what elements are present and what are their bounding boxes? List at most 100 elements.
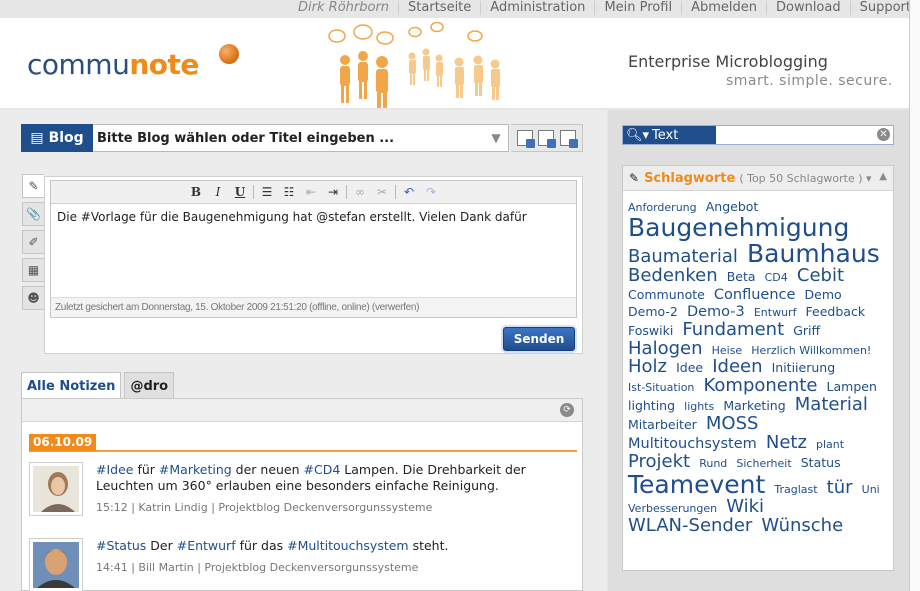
- link-icon[interactable]: ∞: [351, 185, 369, 199]
- tag-cloud-item[interactable]: Material: [795, 395, 868, 415]
- tag-cloud-item[interactable]: lights: [684, 401, 714, 413]
- tag-cloud-item[interactable]: tür: [827, 478, 853, 498]
- tag-cloud-item[interactable]: Ist-Situation: [628, 382, 694, 394]
- hashtag-link[interactable]: #Entwurf: [177, 538, 236, 553]
- hashtag-link[interactable]: #Idee: [96, 462, 133, 477]
- edit-blog-icon[interactable]: [538, 130, 557, 148]
- tag-cloud-item[interactable]: CD4: [765, 272, 788, 284]
- search-input[interactable]: [719, 127, 869, 143]
- tag-cloud-item[interactable]: WLAN-Sender: [628, 516, 752, 536]
- tag-cloud-item[interactable]: Multitouchsystem: [628, 436, 757, 452]
- search-box: 🔍︎▾ Text ✕: [622, 125, 894, 145]
- scrollbar[interactable]: [909, 0, 920, 591]
- hashtag-link[interactable]: #Multitouchsystem: [287, 538, 408, 553]
- outdent-icon[interactable]: ⇤: [302, 185, 320, 199]
- nav-startseite-link[interactable]: Startseite: [398, 1, 480, 15]
- tag-cloud-item[interactable]: Griff: [793, 323, 820, 336]
- tag-cloud-item[interactable]: Uni: [862, 484, 880, 496]
- tag-cloud-item[interactable]: Confluence: [714, 287, 796, 303]
- indent-icon[interactable]: ⇥: [324, 185, 342, 199]
- tag-cloud-subtitle[interactable]: ( Top 50 Schlagworte ) ▾: [739, 172, 871, 185]
- unlink-icon[interactable]: ✂: [373, 185, 391, 199]
- underline-button[interactable]: U: [231, 185, 249, 199]
- communote-logo[interactable]: communote: [27, 48, 199, 81]
- tab-all-notes[interactable]: Alle Notizen: [21, 372, 122, 399]
- hashtag-link[interactable]: #Status: [96, 538, 146, 553]
- bold-button[interactable]: B: [187, 185, 205, 199]
- notes-feed: ⟳ 06.10.09 #Idee für #Marketing der neue…: [21, 398, 583, 591]
- tag-cloud-item[interactable]: Wünsche: [761, 516, 843, 536]
- blog-dropdown-arrow-icon[interactable]: ▼: [484, 131, 508, 145]
- tab-mentions[interactable]: @dro: [124, 372, 175, 399]
- tag-cloud-item[interactable]: Baumhaus: [747, 240, 880, 267]
- nav-abmelden-link[interactable]: Abmelden: [681, 1, 766, 15]
- clear-search-icon[interactable]: ✕: [877, 128, 890, 141]
- nav-download-link[interactable]: Download: [765, 1, 850, 15]
- tag-cloud-item[interactable]: Status: [801, 456, 841, 469]
- tag-cloud-item[interactable]: Cebit: [797, 266, 844, 286]
- note-meta: 14:41 | Bill Martin | Projektblog Decken…: [96, 561, 419, 574]
- user-tab-icon[interactable]: ☻: [22, 286, 44, 310]
- italic-button[interactable]: I: [209, 185, 227, 199]
- tag-cloud-item[interactable]: Angebot: [706, 200, 759, 213]
- tag-cloud-title: Schlagworte: [644, 170, 736, 186]
- tagline-sub: smart. simple. secure.: [726, 73, 893, 89]
- undo-icon[interactable]: ↶: [400, 185, 418, 199]
- avatar[interactable]: [29, 538, 83, 591]
- tag-cloud-item[interactable]: Mitarbeiter: [628, 418, 697, 431]
- tag-cloud-item[interactable]: Entwurf: [754, 307, 797, 319]
- avatar[interactable]: [29, 462, 83, 516]
- collapse-arrow-icon[interactable]: ▲: [879, 171, 887, 182]
- tag-cloud-item[interactable]: Initiierung: [772, 361, 836, 374]
- tag-cloud-item[interactable]: Holz: [628, 358, 667, 377]
- tag-cloud-item[interactable]: Baumaterial: [628, 247, 738, 267]
- search-type-button[interactable]: 🔍︎▾ Text: [623, 126, 716, 144]
- feed-header: ⟳: [22, 399, 582, 422]
- tag-cloud-item[interactable]: plant: [816, 439, 844, 451]
- tag-cloud-item[interactable]: Projekt: [628, 452, 690, 472]
- tag-cloud-item[interactable]: MOSS: [706, 414, 759, 434]
- blog-title-input[interactable]: [93, 130, 484, 146]
- search-icon: 🔍︎▾: [626, 127, 650, 143]
- tag-cloud-item[interactable]: Traglast: [774, 484, 817, 496]
- tag-cloud-item[interactable]: Netz: [766, 433, 807, 453]
- document-tab-icon[interactable]: ▦: [22, 258, 44, 282]
- tag-cloud-item[interactable]: Bedenken: [628, 266, 718, 286]
- blog-button[interactable]: ▤ Blog: [21, 123, 93, 152]
- new-blog-icon[interactable]: [516, 130, 535, 148]
- tag-cloud-item[interactable]: Lampen: [827, 380, 877, 393]
- tag-cloud-item[interactable]: Anforderung: [628, 202, 697, 214]
- hashtag-link[interactable]: #CD4: [304, 462, 341, 477]
- redo-icon[interactable]: ↷: [422, 185, 440, 199]
- nav-mein-profil-link[interactable]: Mein Profil: [594, 1, 681, 15]
- write-note-tab-icon[interactable]: ✎: [22, 174, 44, 198]
- tag-cloud-item[interactable]: Marketing: [723, 399, 785, 412]
- tag-cloud-item[interactable]: Beta: [727, 270, 756, 283]
- refresh-icon[interactable]: ⟳: [560, 403, 574, 417]
- send-button[interactable]: Senden: [503, 327, 575, 351]
- note-text-area[interactable]: Die #Vorlage für die Baugenehmigung hat …: [51, 204, 576, 294]
- tag-cloud-item[interactable]: Demo-2: [628, 305, 678, 318]
- tag-cloud-item[interactable]: lighting: [628, 399, 675, 412]
- tag-cloud-item[interactable]: Fundament: [682, 320, 784, 340]
- hashtag-link[interactable]: #Marketing: [159, 462, 232, 477]
- tag-cloud-item[interactable]: Communote: [628, 288, 705, 301]
- tag-cloud-item[interactable]: Feedback: [806, 305, 866, 318]
- note-text-segment: der neuen: [231, 462, 304, 477]
- tag-cloud-item[interactable]: Herzlich Willkommen!: [751, 344, 871, 357]
- numbered-list-icon[interactable]: ☷: [280, 185, 298, 199]
- tag-cloud-item[interactable]: Foswiki: [628, 323, 673, 336]
- blog-settings-icon[interactable]: [560, 130, 579, 148]
- tag-cloud-item[interactable]: Teamevent: [628, 471, 765, 498]
- bullet-list-icon[interactable]: ☰: [258, 185, 276, 199]
- tag-cloud-item[interactable]: Heise: [712, 344, 743, 357]
- attachment-tab-icon[interactable]: 📎: [22, 202, 44, 226]
- tag-cloud-item[interactable]: Verbesserungen: [628, 503, 717, 515]
- tag-cloud-item[interactable]: Idee: [676, 361, 703, 374]
- tag-cloud-item[interactable]: Sicherheit: [736, 458, 791, 470]
- tag-tab-icon[interactable]: ✐: [22, 230, 44, 254]
- tag-cloud-item[interactable]: Baugenehmigung: [628, 214, 849, 241]
- tag-cloud-item[interactable]: Demo: [805, 288, 842, 301]
- nav-administration-link[interactable]: Administration: [480, 1, 594, 15]
- tag-cloud-item[interactable]: Rund: [699, 458, 727, 470]
